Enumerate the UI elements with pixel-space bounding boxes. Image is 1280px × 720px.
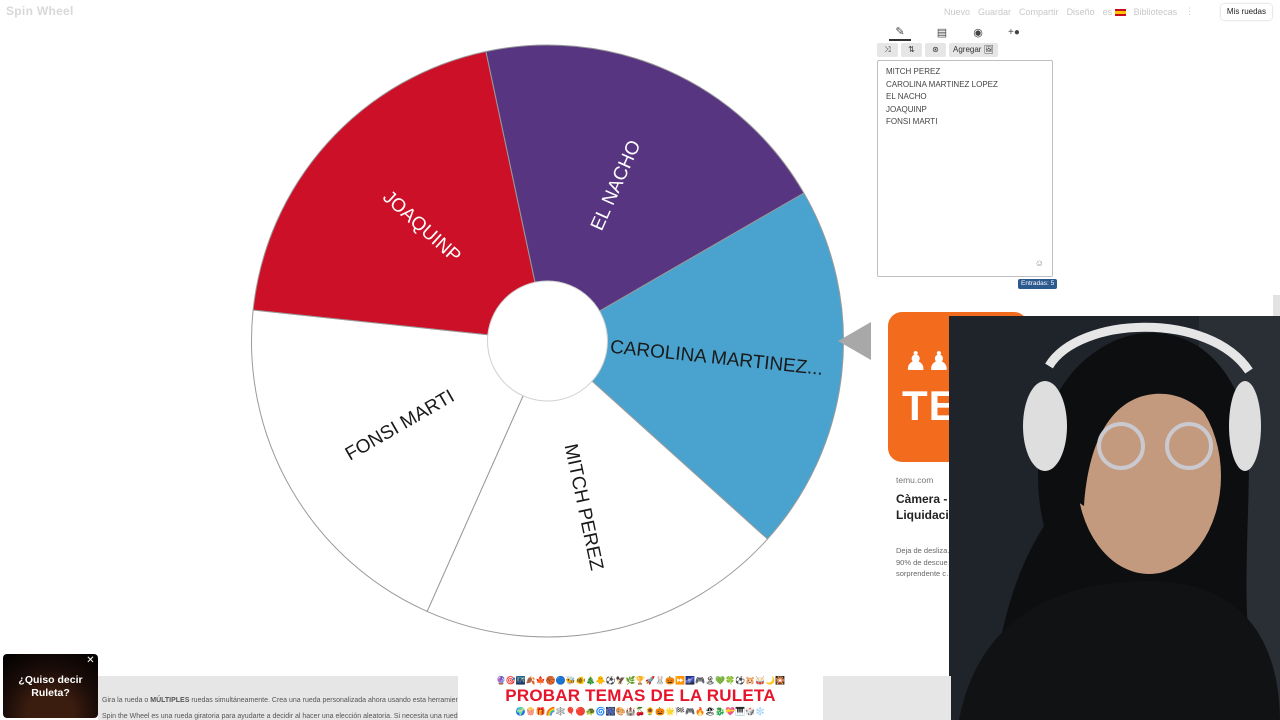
try-themes-text[interactable]: PROBAR TEMAS DE LA RULETA [458,686,823,706]
suggestion-popup[interactable]: ¿Quiso decir Ruleta? ✕ [3,654,98,718]
try-themes-banner[interactable]: 🔮🎯🌃🍂🍁🏀🔵🐝🐠🎄🐥⚽🦅🌿🏆🚀🐰🎃⏩🌌🎮🏝💚🍀⚽🐹🥁🌙🎇 PROBAR TEM… [458,676,823,720]
theme-emojis-top: 🔮🎯🌃🍂🍁🏀🔵🐝🐠🎄🐥⚽🦅🌿🏆🚀🐰🎃⏩🌌🎮🏝💚🍀⚽🐹🥁🌙🎇 [495,676,786,685]
nav-libraries[interactable]: Bibliotecas [1134,7,1178,17]
more-options-icon[interactable]: ⋮ [1185,6,1194,17]
editor-tabs: ✎ ▤ ◉ +● [879,24,1054,41]
nav-design[interactable]: Diseño [1067,7,1095,17]
sort-button[interactable]: ⇅ [901,43,922,57]
entries-toolbar: ⤨ ⇅ ⊛ Agregar 🖼 [877,43,998,57]
entries-count-badge: Entradas: 5 [1018,279,1058,289]
settings-button[interactable]: ⊛ [925,43,946,57]
entry-line: EL NACHO [886,92,927,101]
entry-line: JOAQUINP [886,104,927,114]
results-clipboard-icon[interactable]: ▤ [931,24,953,41]
edit-pencil-icon[interactable]: ✎ [889,24,911,41]
top-navigation: Nuevo Guardar Compartir Diseño es Biblio… [944,6,1194,17]
theme-emojis-bottom: 🌍🍿🎁🌈🕸️🎈🔴🐢🌀🎆🎨🏰🍒🌻🎃🌟🏁🎮🔥🏖🐉💝🎹🎲❄️ [515,707,766,716]
add-color-wheel-icon[interactable]: +● [1003,24,1025,41]
nav-save[interactable]: Guardar [978,7,1011,17]
shuffle-button[interactable]: ⤨ [877,43,898,57]
ad-domain: temu.com [896,475,934,485]
wheel-center-hub[interactable] [487,280,608,402]
spain-flag-icon [1114,8,1126,16]
webcam-person-image [949,316,1280,720]
description-text-c: ruedas simultáneamente. Crea una rueda p… [189,697,466,704]
nav-new[interactable]: Nuevo [944,7,970,17]
wheel-pointer-icon [838,322,871,360]
webcam-overlay [949,316,1280,720]
entry-line: CAROLINA MARTINEZ LOPEZ [886,79,998,89]
close-icon[interactable]: ✕ [85,655,96,666]
spin-wheel[interactable]: CAROLINA MARTINEZ...MITCH PEREZFONSI MAR… [240,35,860,645]
add-image-button[interactable]: Agregar 🖼 [949,43,998,57]
app-logo[interactable]: Spin Wheel [6,4,74,18]
description-emphasis: MÚLTIPLES [150,697,190,704]
hide-eye-icon[interactable]: ◉ [967,24,989,41]
nav-language[interactable]: es [1103,7,1126,17]
emoji-icon[interactable]: ☺ [1035,258,1044,268]
entries-textarea[interactable]: MITCH PEREZ CAROLINA MARTINEZ LOPEZ EL N… [877,60,1053,277]
suggestion-text[interactable]: ¿Quiso decir Ruleta? [3,674,98,699]
ad-shopping-icon: ♟♟ [904,346,951,376]
language-code: es [1102,6,1113,17]
app-window: Spin Wheel Nuevo Guardar Compartir Diseñ… [0,0,1280,720]
entry-line: FONSI MARTI [886,117,938,126]
description-text-a: Gira la rueda o [102,697,151,704]
entry-line: MITCH PEREZ [886,67,941,76]
my-wheels-button[interactable]: Mis ruedas [1220,4,1272,20]
description-line-1: Gira la rueda o MÚLTIPLES ruedas simultá… [102,697,465,704]
description-line-2: Spin the Wheel es una rueda giratoria pa… [102,713,462,720]
nav-share[interactable]: Compartir [1019,7,1059,17]
